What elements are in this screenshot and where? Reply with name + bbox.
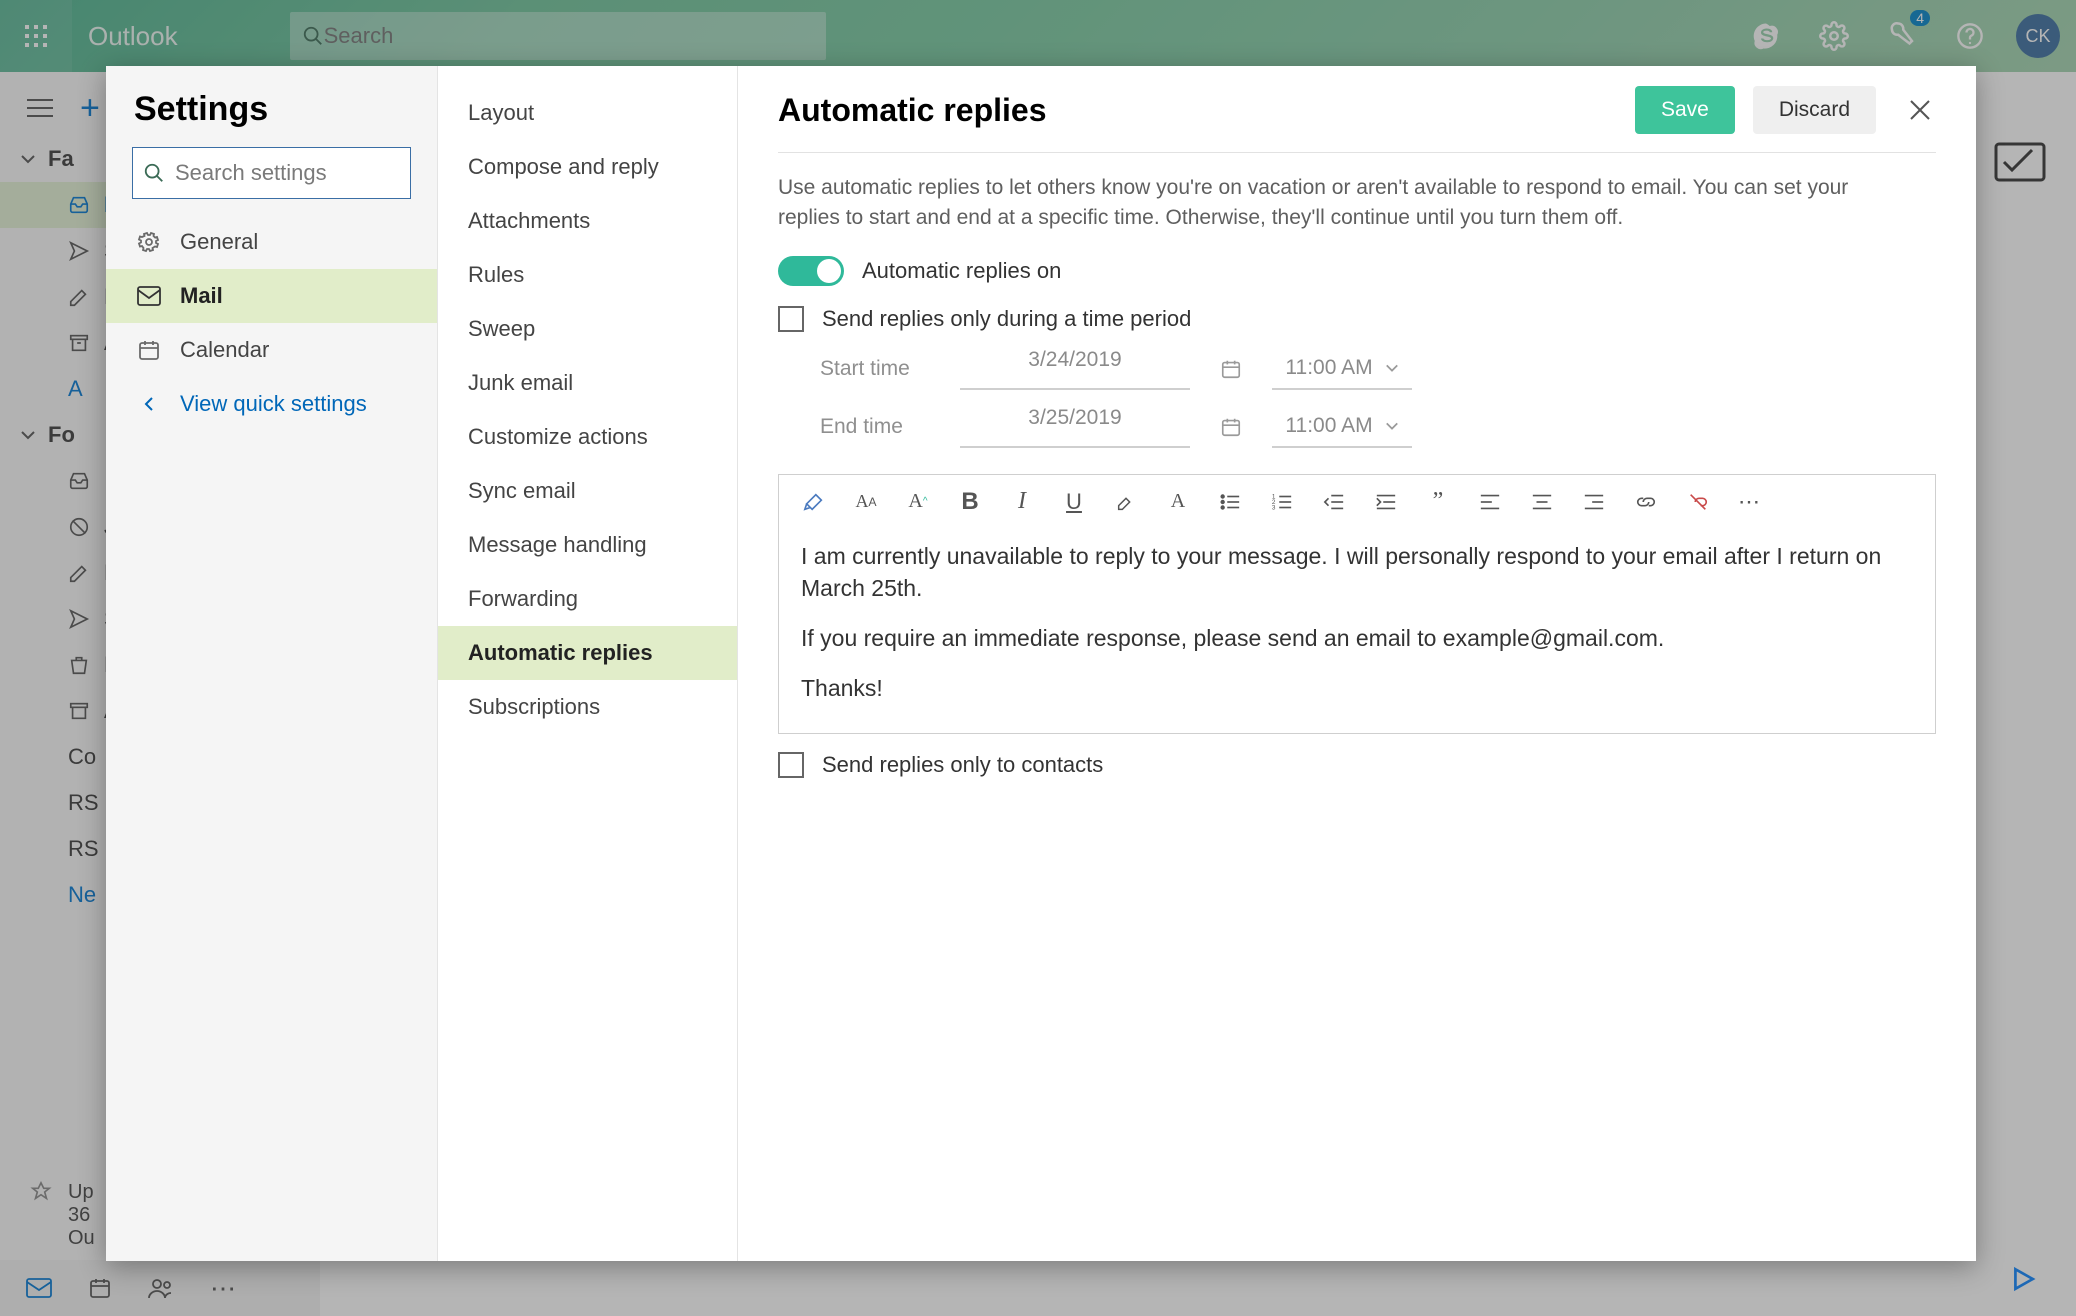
mail-option-subscriptions[interactable]: Subscriptions xyxy=(438,680,737,734)
calendar-icon[interactable] xyxy=(1220,358,1242,380)
more-tools-icon[interactable]: ⋯ xyxy=(1735,487,1765,517)
align-right-icon[interactable] xyxy=(1579,487,1609,517)
reply-paragraph: If you require an immediate response, pl… xyxy=(801,622,1913,654)
end-time-label: End time xyxy=(820,415,930,439)
contacts-only-label: Send replies only to contacts xyxy=(822,752,1103,778)
underline-icon[interactable]: U xyxy=(1059,487,1089,517)
insert-link-icon[interactable] xyxy=(1631,487,1661,517)
discard-button[interactable]: Discard xyxy=(1753,86,1876,134)
start-time-label: Start time xyxy=(820,357,930,381)
mail-option-attachments[interactable]: Attachments xyxy=(438,194,737,248)
italic-icon[interactable]: I xyxy=(1007,487,1037,517)
reply-editor: AA A^ B I U A 123 ” ⋯ I am curren xyxy=(778,474,1936,734)
editor-toolbar: AA A^ B I U A 123 ” ⋯ xyxy=(779,475,1935,530)
view-quick-settings-link[interactable]: View quick settings xyxy=(106,377,437,431)
contacts-only-checkbox[interactable] xyxy=(778,752,804,778)
close-icon[interactable] xyxy=(1904,94,1936,126)
align-left-icon[interactable] xyxy=(1475,487,1505,517)
mail-option-automatic-replies[interactable]: Automatic replies xyxy=(438,626,737,680)
schedule-label: Send replies only during a time period xyxy=(822,306,1191,332)
search-icon xyxy=(143,162,165,184)
calendar-icon[interactable] xyxy=(1220,416,1242,438)
outdent-icon[interactable] xyxy=(1319,487,1349,517)
font-family-icon[interactable]: AA xyxy=(851,487,881,517)
numbered-list-icon[interactable]: 123 xyxy=(1267,487,1297,517)
svg-text:3: 3 xyxy=(1272,504,1276,511)
remove-link-icon[interactable] xyxy=(1683,487,1713,517)
settings-dialog: Settings Search settings General Mail Ca… xyxy=(106,66,1976,1261)
end-time-value: 11:00 AM xyxy=(1285,414,1372,438)
mail-option-customize-actions[interactable]: Customize actions xyxy=(438,410,737,464)
category-calendar[interactable]: Calendar xyxy=(106,323,437,377)
gear-icon xyxy=(136,230,162,254)
font-color-icon[interactable]: A xyxy=(1163,487,1193,517)
mail-option-rules[interactable]: Rules xyxy=(438,248,737,302)
detail-description: Use automatic replies to let others know… xyxy=(778,173,1908,234)
indent-icon[interactable] xyxy=(1371,487,1401,517)
category-mail[interactable]: Mail xyxy=(106,269,437,323)
toggle-label: Automatic replies on xyxy=(862,258,1061,284)
end-time-input[interactable]: 11:00 AM xyxy=(1272,406,1412,448)
reply-paragraph: I am currently unavailable to reply to y… xyxy=(801,540,1913,604)
align-center-icon[interactable] xyxy=(1527,487,1557,517)
start-date-input[interactable]: 3/24/2019 xyxy=(960,348,1190,390)
settings-detail-pane: Automatic replies Save Discard Use autom… xyxy=(738,66,1976,1261)
mail-option-forwarding[interactable]: Forwarding xyxy=(438,572,737,626)
time-period-section: Start time 3/24/2019 11:00 AM End time 3… xyxy=(820,348,1936,448)
settings-search-placeholder: Search settings xyxy=(175,160,327,186)
chevron-left-icon xyxy=(136,396,162,412)
chevron-down-icon xyxy=(1385,419,1399,433)
mail-option-junk-email[interactable]: Junk email xyxy=(438,356,737,410)
settings-categories: Settings Search settings General Mail Ca… xyxy=(106,66,438,1261)
mail-options-list: LayoutCompose and replyAttachmentsRulesS… xyxy=(438,66,738,1261)
schedule-checkbox[interactable] xyxy=(778,306,804,332)
font-size-icon[interactable]: A^ xyxy=(903,487,933,517)
category-label: Calendar xyxy=(180,337,269,363)
end-date-input[interactable]: 3/25/2019 xyxy=(960,406,1190,448)
mail-option-compose-and-reply[interactable]: Compose and reply xyxy=(438,140,737,194)
start-time-value: 11:00 AM xyxy=(1285,356,1372,380)
bold-icon[interactable]: B xyxy=(955,487,985,517)
reply-paragraph: Thanks! xyxy=(801,672,1913,704)
start-time-input[interactable]: 11:00 AM xyxy=(1272,348,1412,390)
quote-icon[interactable]: ” xyxy=(1423,487,1453,517)
divider xyxy=(778,152,1936,153)
editor-body[interactable]: I am currently unavailable to reply to y… xyxy=(779,530,1935,733)
quick-settings-label: View quick settings xyxy=(180,391,367,417)
mail-option-sweep[interactable]: Sweep xyxy=(438,302,737,356)
category-label: Mail xyxy=(180,283,223,309)
mail-option-layout[interactable]: Layout xyxy=(438,86,737,140)
mail-option-message-handling[interactable]: Message handling xyxy=(438,518,737,572)
detail-heading: Automatic replies xyxy=(778,92,1635,129)
category-label: General xyxy=(180,229,258,255)
mail-icon xyxy=(136,286,162,306)
highlight-icon[interactable] xyxy=(1111,487,1141,517)
mail-option-sync-email[interactable]: Sync email xyxy=(438,464,737,518)
category-general[interactable]: General xyxy=(106,215,437,269)
bullet-list-icon[interactable] xyxy=(1215,487,1245,517)
settings-title: Settings xyxy=(106,90,437,147)
save-button[interactable]: Save xyxy=(1635,86,1735,134)
chevron-down-icon xyxy=(1385,361,1399,375)
format-painter-icon[interactable] xyxy=(799,487,829,517)
auto-replies-toggle[interactable] xyxy=(778,256,844,286)
calendar-icon xyxy=(136,338,162,362)
settings-search[interactable]: Search settings xyxy=(132,147,411,199)
